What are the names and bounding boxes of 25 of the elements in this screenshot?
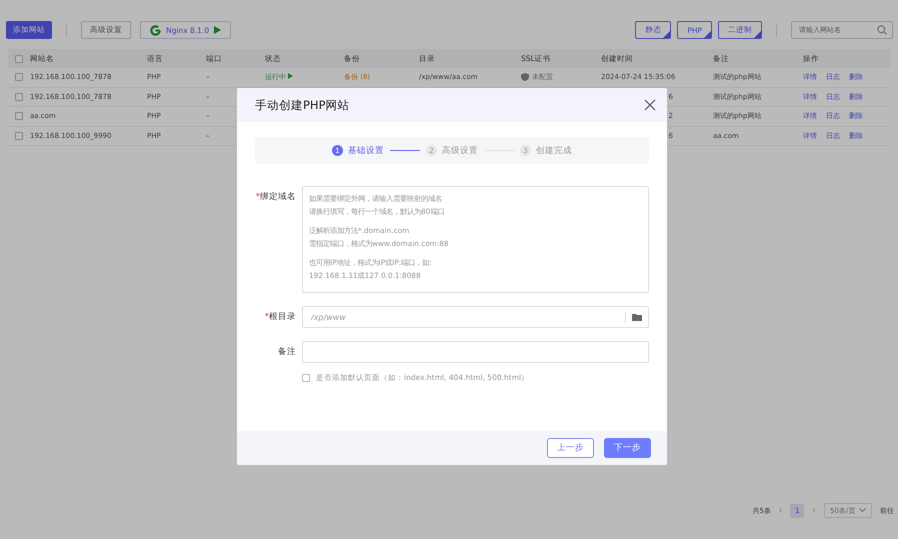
g-logo-icon bbox=[150, 24, 161, 36]
row-checkbox[interactable] bbox=[15, 112, 23, 120]
play-icon bbox=[214, 26, 222, 34]
next-page-button[interactable]: › bbox=[812, 506, 816, 516]
next-step-button[interactable]: 下一步 bbox=[604, 438, 651, 458]
chevron-down-icon[interactable] bbox=[859, 508, 866, 513]
select-all-checkbox[interactable] bbox=[15, 54, 23, 62]
search-icon bbox=[877, 25, 887, 35]
previous-step-button[interactable]: 上一步 bbox=[547, 438, 594, 458]
required-mark: * bbox=[256, 192, 260, 202]
remark-field[interactable] bbox=[302, 341, 649, 363]
field-label: 备注 bbox=[278, 347, 296, 357]
field-label: 绑定域名 bbox=[260, 192, 296, 202]
row-checkbox[interactable] bbox=[15, 132, 23, 140]
default-pages-checkbox[interactable] bbox=[302, 374, 310, 382]
field-label: 根目录 bbox=[269, 312, 296, 322]
row-checkbox[interactable] bbox=[15, 92, 23, 101]
play-icon[interactable] bbox=[288, 73, 294, 80]
required-mark: * bbox=[264, 312, 269, 322]
dialog-title: 手动创建PHP网站 bbox=[255, 98, 350, 112]
close-icon[interactable] bbox=[644, 99, 656, 111]
shield-icon bbox=[521, 73, 529, 82]
folder-icon[interactable] bbox=[632, 313, 642, 321]
previous-page-button[interactable]: ‹ bbox=[778, 506, 782, 516]
row-checkbox[interactable] bbox=[15, 73, 23, 82]
